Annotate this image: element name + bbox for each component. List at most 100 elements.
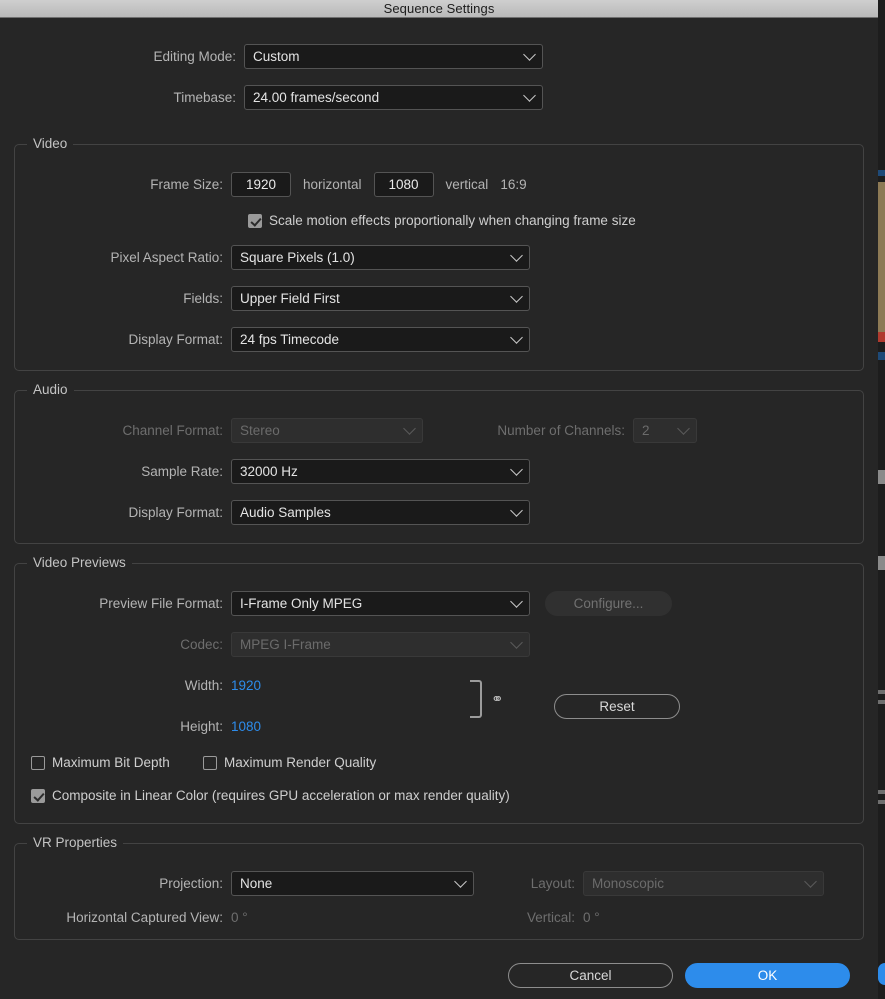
horizontal-captured-view-value: 0 ° — [231, 909, 248, 925]
timebase-value: 24.00 frames/second — [253, 89, 380, 105]
background-app-strip — [878, 0, 885, 999]
reset-button[interactable]: Reset — [554, 694, 680, 719]
maximum-render-quality-checkbox[interactable] — [203, 755, 217, 770]
dialog-body: Editing Mode: Custom Timebase: 24.00 fra… — [0, 18, 878, 999]
number-of-channels-value: 2 — [642, 422, 650, 438]
projection-row: Projection: None Layout: Monoscopic — [15, 868, 863, 898]
projection-value: None — [240, 875, 273, 891]
maximum-bit-depth-checkbox-row[interactable]: Maximum Bit Depth — [31, 755, 170, 770]
channel-format-row: Channel Format: Stereo Number of Channel… — [15, 415, 863, 445]
channel-format-label: Channel Format: — [122, 422, 223, 438]
chevron-down-icon — [510, 290, 523, 303]
vertical-label-vr: Vertical: — [526, 909, 575, 925]
timebase-select[interactable]: 24.00 frames/second — [244, 84, 543, 110]
chevron-down-icon — [523, 48, 536, 61]
chain-link-icon[interactable]: ⚭ — [491, 692, 504, 707]
preview-file-format-select[interactable]: I-Frame Only MPEG — [231, 590, 530, 616]
audio-group-legend: Audio — [27, 382, 74, 397]
chevron-down-icon — [510, 331, 523, 344]
codec-value: MPEG I-Frame — [240, 636, 331, 652]
horizontal-captured-view-label: Horizontal Captured View: — [66, 909, 223, 925]
composite-linear-color-checkbox-row[interactable]: Composite in Linear Color (requires GPU … — [31, 788, 510, 803]
codec-row: Codec: MPEG I-Frame — [15, 629, 545, 659]
video-display-format-label: Display Format: — [128, 331, 223, 347]
dimension-bracket-icon — [470, 680, 482, 718]
fields-label: Fields: — [183, 290, 223, 306]
editing-mode-select[interactable]: Custom — [244, 43, 543, 69]
fields-value: Upper Field First — [240, 290, 340, 306]
chevron-down-icon — [523, 89, 536, 102]
chevron-down-icon — [510, 636, 523, 649]
link-dimensions-control[interactable]: ⚭ — [470, 680, 504, 718]
video-group: Video Frame Size: 1920 horizontal 1080 v… — [14, 136, 864, 371]
layout-value: Monoscopic — [592, 875, 665, 891]
frame-size-row: Frame Size: 1920 horizontal 1080 vertica… — [15, 169, 863, 199]
audio-display-format-select[interactable]: Audio Samples — [231, 499, 530, 525]
number-of-channels-label: Number of Channels: — [497, 422, 625, 438]
reset-button-label: Reset — [599, 699, 635, 714]
maximum-bit-depth-label: Maximum Bit Depth — [52, 755, 170, 770]
captured-view-row: Horizontal Captured View: 0 ° Vertical: … — [15, 902, 863, 932]
vertical-value: 0 ° — [583, 909, 600, 925]
maximum-render-quality-checkbox-row[interactable]: Maximum Render Quality — [203, 755, 376, 770]
screen: Sequence Settings Editing Mode: Custom T… — [0, 0, 885, 999]
fields-row: Fields: Upper Field First — [15, 283, 545, 313]
preview-width-value[interactable]: 1920 — [231, 678, 261, 693]
preview-width-label: Width: — [184, 677, 223, 693]
composite-linear-color-checkbox[interactable] — [31, 788, 45, 803]
configure-button: Configure... — [545, 590, 672, 616]
layout-select: Monoscopic — [583, 870, 824, 896]
video-previews-group-legend: Video Previews — [27, 555, 132, 570]
dialog-footer: Cancel OK — [0, 953, 878, 999]
ok-button[interactable]: OK — [685, 963, 850, 988]
chevron-down-icon — [510, 463, 523, 476]
editing-mode-label: Editing Mode: — [153, 48, 236, 64]
scale-motion-effects-checkbox-row[interactable]: Scale motion effects proportionally when… — [248, 213, 636, 228]
sample-rate-select[interactable]: 32000 Hz — [231, 458, 530, 484]
channel-format-select: Stereo — [231, 417, 423, 443]
fields-select[interactable]: Upper Field First — [231, 285, 530, 311]
pixel-aspect-ratio-select[interactable]: Square Pixels (1.0) — [231, 244, 530, 270]
aspect-ratio-readout: 16:9 — [500, 176, 527, 192]
frame-size-vertical-input[interactable]: 1080 — [373, 171, 434, 197]
sequence-settings-dialog: Sequence Settings Editing Mode: Custom T… — [0, 0, 878, 999]
cancel-button[interactable]: Cancel — [508, 963, 673, 988]
preview-height-value[interactable]: 1080 — [231, 719, 261, 734]
cancel-button-label: Cancel — [569, 968, 612, 983]
chevron-down-icon — [677, 422, 690, 435]
vertical-label: vertical — [445, 176, 489, 192]
video-display-format-select[interactable]: 24 fps Timecode — [231, 326, 530, 352]
preview-height-row: Height: 1080 — [15, 711, 315, 741]
projection-select[interactable]: None — [231, 870, 474, 896]
configure-button-label: Configure... — [573, 595, 644, 611]
sample-rate-value: 32000 Hz — [240, 463, 298, 479]
timebase-row: Timebase: 24.00 frames/second — [14, 82, 544, 112]
frame-size-label: Frame Size: — [150, 176, 223, 192]
ok-button-label: OK — [757, 968, 778, 983]
video-display-format-row: Display Format: 24 fps Timecode — [15, 324, 545, 354]
number-of-channels-select: 2 — [633, 417, 697, 443]
scale-motion-effects-checkbox[interactable] — [248, 213, 262, 228]
video-group-legend: Video — [27, 136, 74, 151]
maximum-render-quality-label: Maximum Render Quality — [224, 755, 377, 770]
preview-file-format-row: Preview File Format: I-Frame Only MPEG C… — [15, 588, 863, 618]
dialog-title: Sequence Settings — [383, 1, 495, 16]
pixel-aspect-ratio-label: Pixel Aspect Ratio: — [110, 249, 223, 265]
chevron-down-icon — [510, 249, 523, 262]
timebase-label: Timebase: — [173, 89, 236, 105]
preview-width-row: Width: 1920 — [15, 670, 315, 700]
maximum-bit-depth-checkbox[interactable] — [31, 755, 45, 770]
channel-format-value: Stereo — [240, 422, 280, 438]
frame-size-vertical-value: 1080 — [388, 176, 419, 192]
preview-height-label: Height: — [180, 718, 223, 734]
frame-size-horizontal-input[interactable]: 1920 — [231, 171, 291, 197]
sample-rate-label: Sample Rate: — [141, 463, 223, 479]
sample-rate-row: Sample Rate: 32000 Hz — [15, 456, 545, 486]
editing-mode-value: Custom — [253, 48, 300, 64]
chevron-down-icon — [510, 595, 523, 608]
preview-file-format-label: Preview File Format: — [99, 595, 223, 611]
video-previews-group: Video Previews Preview File Format: I-Fr… — [14, 555, 864, 824]
editing-mode-row: Editing Mode: Custom — [14, 41, 544, 71]
frame-size-horizontal-value: 1920 — [245, 176, 277, 192]
video-display-format-value: 24 fps Timecode — [240, 331, 340, 347]
